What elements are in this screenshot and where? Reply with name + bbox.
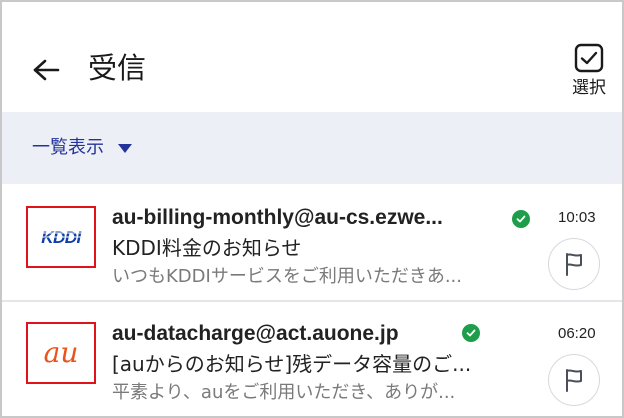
sender-logo: KDDI bbox=[26, 206, 96, 268]
view-mode-label: 一覧表示 bbox=[32, 137, 104, 158]
select-label: 選択 bbox=[572, 78, 606, 98]
mail-sender: au-billing-monthly@au-cs.ezwe... bbox=[112, 206, 443, 229]
verified-check-icon bbox=[462, 324, 480, 342]
select-button[interactable]: 選択 bbox=[562, 42, 616, 108]
app-frame: 受信 選択 一覧表示 KDDI au-billing-monthly@au-cs… bbox=[0, 0, 624, 418]
mail-list-item[interactable]: au au-datacharge@act.auone.jp [auからのお知らせ… bbox=[2, 304, 622, 416]
back-button[interactable] bbox=[26, 50, 66, 90]
triangle-down-icon bbox=[118, 143, 132, 153]
flag-button[interactable] bbox=[548, 238, 600, 290]
app-header: 受信 選択 bbox=[2, 2, 622, 112]
filter-bar: 一覧表示 bbox=[2, 112, 622, 184]
arrow-left-icon bbox=[33, 59, 60, 81]
mail-preview: いつもKDDIサービスをご利用いただきあ... bbox=[112, 266, 462, 287]
au-logo-icon: au bbox=[44, 336, 79, 369]
list-divider bbox=[2, 300, 622, 302]
mail-subject: [auからのお知らせ]残データ容量のご... bbox=[112, 352, 472, 376]
view-mode-dropdown[interactable]: 一覧表示 bbox=[32, 136, 132, 160]
mail-list-item[interactable]: KDDI au-billing-monthly@au-cs.ezwe... KD… bbox=[2, 188, 622, 300]
verified-check-icon bbox=[512, 210, 530, 228]
mail-time: 10:03 bbox=[558, 209, 596, 226]
flag-icon bbox=[566, 369, 582, 392]
mail-preview: 平素より、auをご利用いただき、ありが... bbox=[112, 382, 456, 403]
kddi-logo-icon: KDDI bbox=[38, 228, 84, 247]
mail-sender: au-datacharge@act.auone.jp bbox=[112, 322, 399, 345]
mail-subject: KDDI料金のお知らせ bbox=[112, 236, 302, 260]
flag-icon bbox=[566, 253, 582, 276]
flag-button[interactable] bbox=[548, 354, 600, 406]
svg-text:au: au bbox=[44, 336, 79, 369]
checkbox-checked-icon bbox=[574, 43, 604, 73]
sender-logo: au bbox=[26, 322, 96, 384]
mail-time: 06:20 bbox=[558, 325, 596, 342]
page-title: 受信 bbox=[88, 51, 147, 85]
